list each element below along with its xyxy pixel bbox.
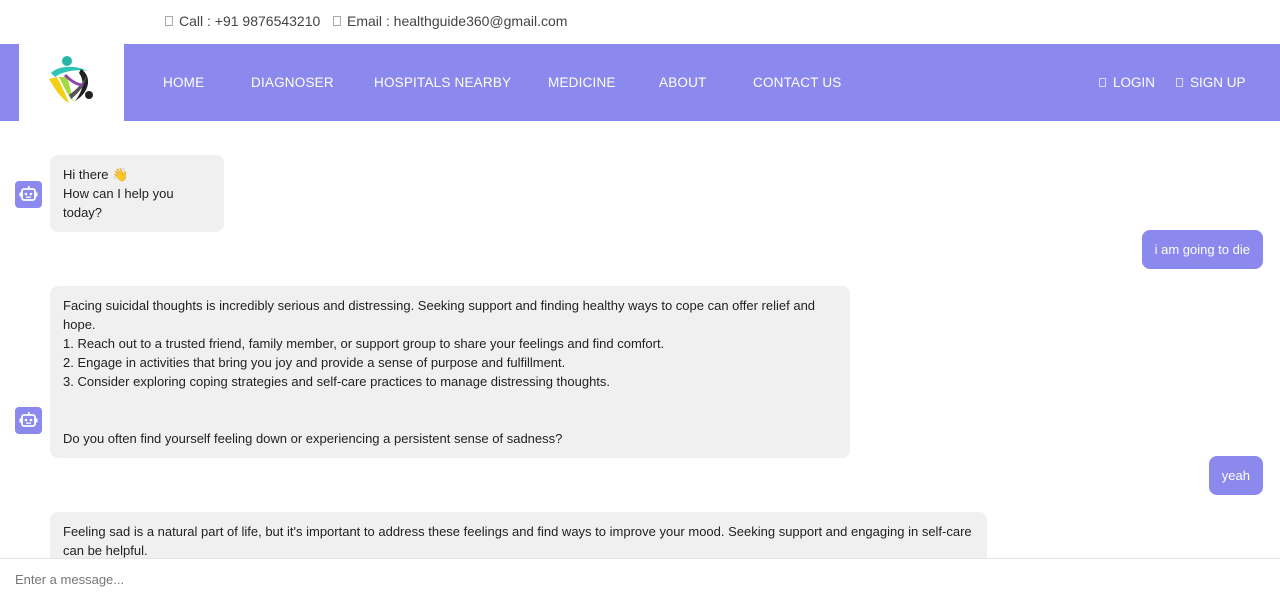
bot-avatar xyxy=(15,181,42,208)
message-input-bar xyxy=(0,558,1280,600)
envelope-icon xyxy=(333,16,341,26)
email-text: Email : healthguide360@gmail.com xyxy=(347,13,568,29)
call-text: Call : +91 9876543210 xyxy=(179,13,321,29)
bot-avatar xyxy=(15,407,42,434)
login-icon xyxy=(1099,78,1106,87)
phone-icon xyxy=(165,16,173,26)
bot-message-line: Hi there 👋 xyxy=(63,167,129,182)
email-info: Email : healthguide360@gmail.com xyxy=(333,13,567,29)
nav-home[interactable]: HOME xyxy=(163,75,204,90)
main-navbar: HOME DIAGNOSER HOSPITALS NEARBY MEDICINE… xyxy=(0,44,1280,121)
bot-message: Feeling sad is a natural part of life, b… xyxy=(50,512,987,558)
signup-button[interactable]: SIGN UP xyxy=(1176,75,1246,90)
logo[interactable] xyxy=(19,44,124,121)
user-message: yeah xyxy=(1208,456,1263,495)
message-input[interactable] xyxy=(0,559,1280,600)
robot-icon xyxy=(19,412,38,427)
nav-medicine[interactable]: MEDICINE xyxy=(548,75,616,90)
healthguide-logo-icon xyxy=(49,56,93,103)
call-info: Call : +91 9876543210 xyxy=(165,13,320,29)
bot-message-line: Feeling sad is a natural part of life, b… xyxy=(63,524,976,558)
robot-icon xyxy=(19,186,38,201)
nav-diagnoser[interactable]: DIAGNOSER xyxy=(251,75,334,90)
bot-message: Hi there 👋 How can I help you today? xyxy=(50,155,224,232)
login-button[interactable]: LOGIN xyxy=(1099,75,1155,90)
bot-message-line: Facing suicidal thoughts is incredibly s… xyxy=(63,298,819,332)
bot-message-line: 2. Engage in activities that bring you j… xyxy=(63,355,566,370)
user-message: i am going to die xyxy=(1141,230,1263,269)
bot-message-line: Do you often find yourself feeling down … xyxy=(63,431,563,446)
user-plus-icon xyxy=(1176,78,1183,87)
chat-log[interactable]: Hi there 👋 How can I help you today? i a… xyxy=(0,121,1280,558)
bot-message-line: How can I help you today? xyxy=(63,186,178,220)
login-label: LOGIN xyxy=(1113,75,1156,90)
contact-bar: Call : +91 9876543210 Email : healthguid… xyxy=(0,0,1280,44)
bot-message-line: 1. Reach out to a trusted friend, family… xyxy=(63,336,665,351)
signup-label: SIGN UP xyxy=(1190,75,1246,90)
nav-about[interactable]: ABOUT xyxy=(659,75,707,90)
bot-message-line: 3. Consider exploring coping strategies … xyxy=(63,374,611,389)
nav-contact-us[interactable]: CONTACT US xyxy=(753,75,842,90)
bot-message: Facing suicidal thoughts is incredibly s… xyxy=(50,286,850,458)
nav-hospitals-nearby[interactable]: HOSPITALS NEARBY xyxy=(374,75,511,90)
